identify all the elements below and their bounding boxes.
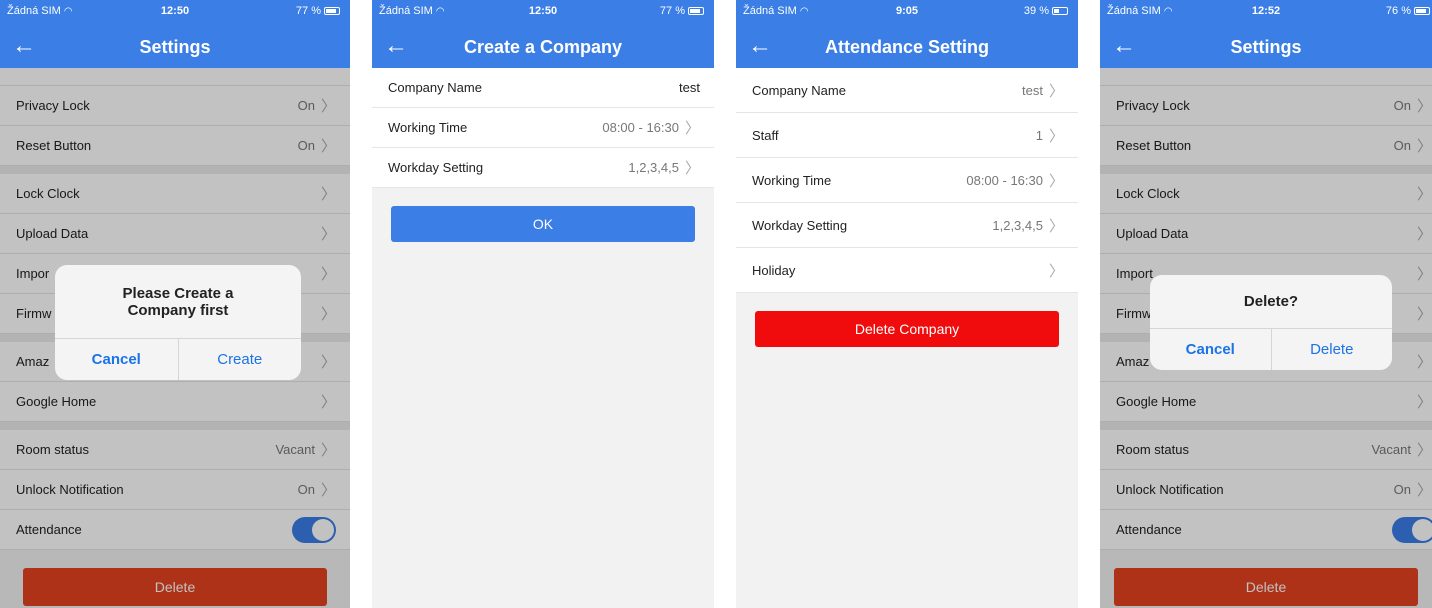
battery-icon <box>324 7 340 16</box>
clock: 12:52 <box>1251 5 1281 17</box>
nav-bar: ← Create a Company <box>372 26 714 68</box>
row-label: Workday Setting <box>388 160 484 175</box>
create-company-alert: Please Create a Company first Cancel Cre… <box>55 265 301 380</box>
row-label: Working Time <box>388 120 468 135</box>
company-name-row[interactable]: Company Name test <box>372 68 714 108</box>
battery-percent: 76 % <box>1385 5 1411 17</box>
row-label: Holiday <box>752 262 796 278</box>
delete-company-button[interactable]: Delete Company <box>755 311 1059 347</box>
cancel-button[interactable]: Cancel <box>1150 329 1272 370</box>
row-value: 08:00 - 16:30 <box>602 120 679 135</box>
chevron-right-icon: 〉 <box>1048 262 1064 280</box>
company-name-row[interactable]: Company Name test 〉 <box>736 68 1078 113</box>
status-bar: Žádná SIM ◠ 9:05 39 % <box>736 0 1078 26</box>
chevron-right-icon: 〉 <box>1048 82 1064 100</box>
nav-bar: ← Attendance Setting <box>736 26 1078 68</box>
battery-icon <box>688 7 704 16</box>
battery-percent: 77 % <box>295 5 321 17</box>
chevron-right-icon: 〉 <box>1048 172 1064 190</box>
row-value: 1,2,3,4,5 <box>992 217 1043 233</box>
status-bar: Žádná SIM ◠ 12:52 76 % <box>1100 0 1432 26</box>
company-name-input[interactable]: test <box>679 80 700 95</box>
row-label: Workday Setting <box>752 217 848 233</box>
create-company-screen: Žádná SIM ◠ 12:50 77 % ← Create a Company… <box>372 0 714 608</box>
alert-message: Please Create a Company first <box>122 284 234 319</box>
delete-confirm-button[interactable]: Delete <box>1272 329 1393 370</box>
page-title: Settings <box>1230 37 1302 57</box>
alert-message: Delete? <box>1243 293 1299 310</box>
battery-icon <box>1414 7 1430 16</box>
settings-screen-create-alert: Žádná SIM ◠ 12:50 77 % ← Settings Privacy… <box>0 0 350 608</box>
row-value: test <box>1022 82 1043 98</box>
page-title: Attendance Setting <box>824 37 989 57</box>
row-value: 08:00 - 16:30 <box>966 172 1043 188</box>
row-label: Company Name <box>752 82 846 98</box>
staff-row[interactable]: Staff 1 〉 <box>736 113 1078 158</box>
workday-setting-row[interactable]: Workday Setting 1,2,3,4,5 〉 <box>736 203 1078 248</box>
row-label: Company Name <box>388 80 482 95</box>
status-bar: Žádná SIM ◠ 12:50 77 % <box>0 0 350 26</box>
page-title: Settings <box>139 37 211 57</box>
create-button[interactable]: Create <box>179 339 302 380</box>
row-value: 1 <box>1035 127 1043 143</box>
chevron-right-icon: 〉 <box>1048 127 1064 145</box>
workday-setting-row[interactable]: Workday Setting 1,2,3,4,5 〉 <box>372 148 714 188</box>
status-bar: Žádná SIM ◠ 12:50 77 % <box>372 0 714 26</box>
chevron-right-icon: 〉 <box>684 120 700 137</box>
chevron-right-icon: 〉 <box>1048 217 1064 235</box>
row-label: Staff <box>752 127 779 143</box>
nav-bar: ← Settings <box>1100 26 1432 68</box>
attendance-setting-screen: Žádná SIM ◠ 9:05 39 % ← Attendance Settin… <box>736 0 1078 608</box>
ok-button[interactable]: OK <box>391 206 695 242</box>
page-title: Create a Company <box>463 37 623 57</box>
chevron-right-icon: 〉 <box>684 160 700 177</box>
battery-percent: 77 % <box>659 5 685 17</box>
battery-icon <box>1052 7 1068 16</box>
working-time-row[interactable]: Working Time 08:00 - 16:30 〉 <box>372 108 714 148</box>
row-value: 1,2,3,4,5 <box>628 160 679 175</box>
delete-confirm-alert: Delete? Cancel Delete <box>1150 275 1392 370</box>
working-time-row[interactable]: Working Time 08:00 - 16:30 〉 <box>736 158 1078 203</box>
battery-percent: 39 % <box>1023 5 1049 17</box>
cancel-button[interactable]: Cancel <box>55 339 179 380</box>
holiday-row[interactable]: Holiday 〉 <box>736 248 1078 293</box>
row-label: Working Time <box>752 172 832 188</box>
settings-screen-delete-alert: Žádná SIM ◠ 12:52 76 % ← Settings Privacy… <box>1100 0 1432 608</box>
nav-bar: ← Settings <box>0 26 350 68</box>
